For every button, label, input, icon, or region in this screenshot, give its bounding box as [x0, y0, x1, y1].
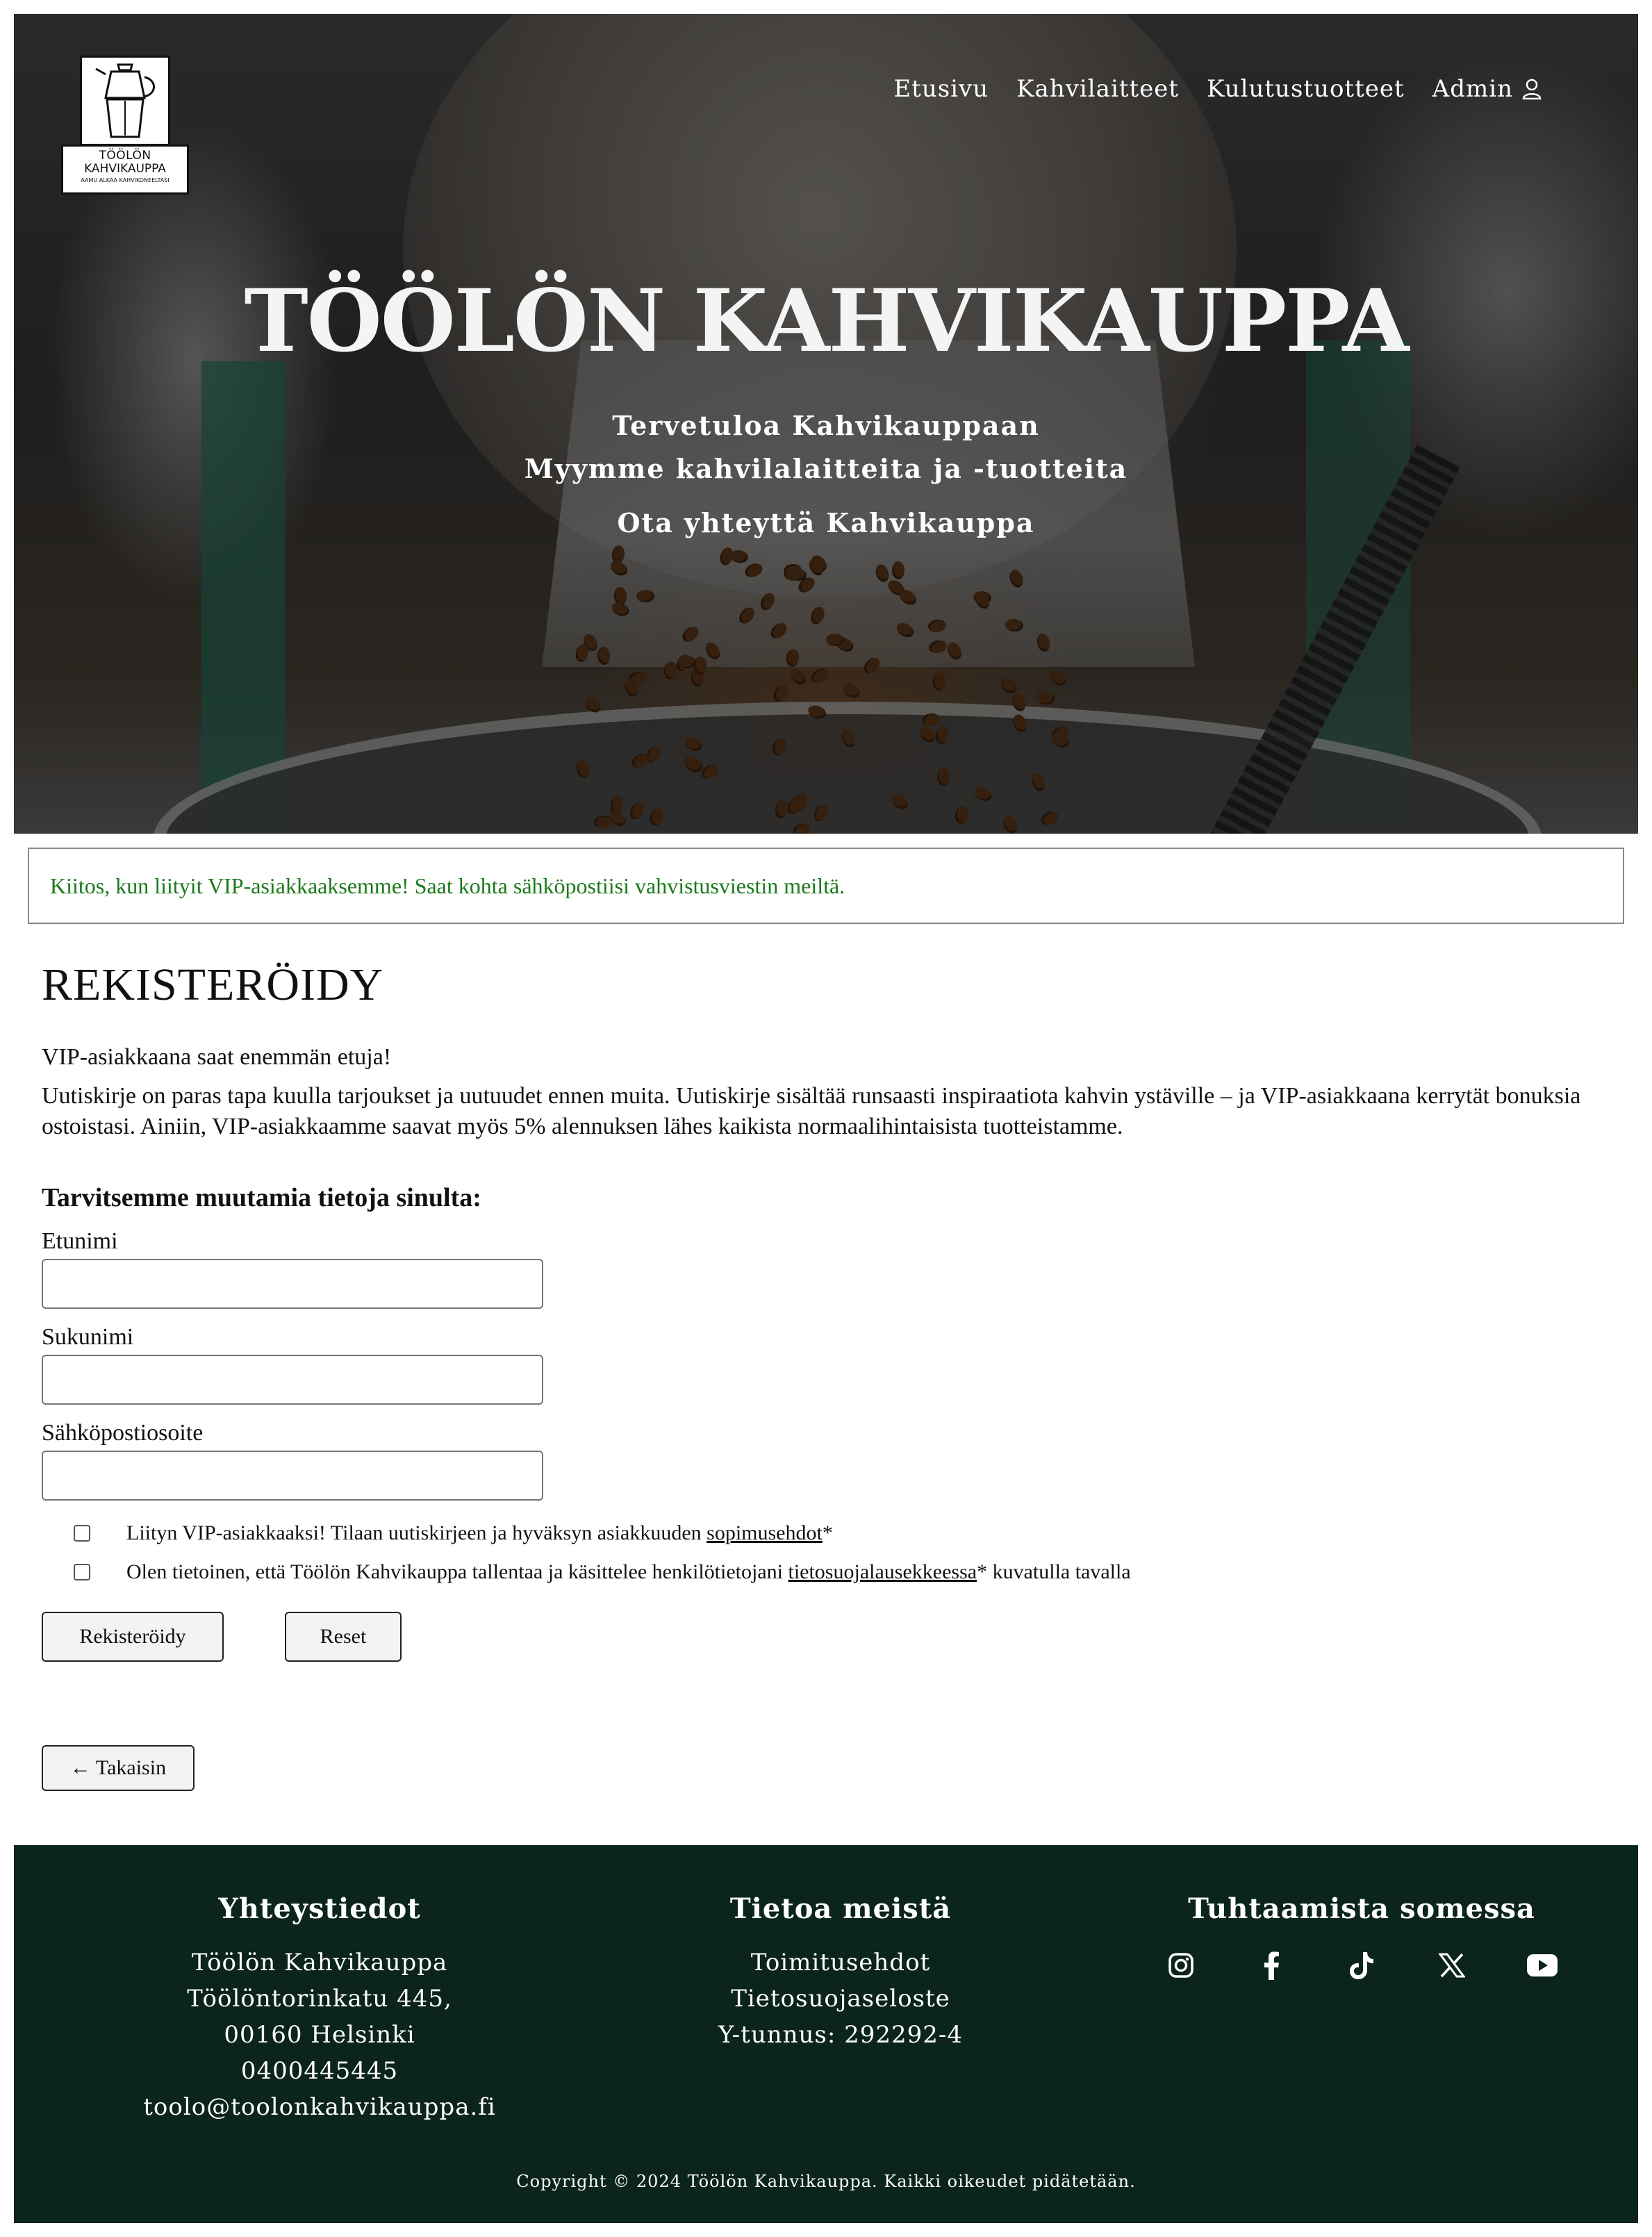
firstname-input[interactable] [42, 1259, 543, 1309]
page-title: REKISTERÖIDY [42, 959, 384, 1010]
footer-email[interactable]: toolo@toolonkahvikauppa.fi [76, 2089, 563, 2125]
copyright: Copyright © 2024 Töölön Kahvikauppa. Kai… [516, 2172, 1136, 2191]
logo-line1: TÖÖLÖN [99, 149, 151, 163]
nav-etusivu[interactable]: Etusivu [893, 75, 989, 103]
social-links [1118, 1945, 1605, 1986]
footer-social: Tuhtaamista somessa [1118, 1892, 1605, 1986]
footer-company-name: Töölön Kahvikauppa [191, 1949, 448, 1976]
hero-title: TÖÖLÖN KAHVIKAUPPA [244, 271, 1409, 372]
logo-tagline: AAMU ALKAA KAHVIKONEELTASI [81, 177, 170, 183]
hero-subtitle-1: Tervetuloa Kahvikauppaan [612, 410, 1040, 441]
site-footer: Yhteystiedot Töölön Kahvikauppa Töölönto… [14, 1845, 1638, 2223]
privacy-consent-suffix: * kuvatulla tavalla [977, 1560, 1131, 1583]
register-button[interactable]: Rekisteröidy [42, 1612, 224, 1662]
vip-consent-text: Liityn VIP-asiakkaaksi! Tilaan uutiskirj… [126, 1521, 707, 1544]
success-alert: Kiitos, kun liityit VIP-asiakkaaksemme! … [28, 848, 1624, 924]
logo-line2: KAHVIKAUPPA [84, 162, 166, 176]
form-actions: Rekisteröidy Reset [42, 1612, 1612, 1662]
hero-subtitle-2: Myymme kahvilalaitteita ja -tuotteita [524, 453, 1128, 484]
nav-admin-label: Admin [1432, 75, 1513, 103]
terms-link[interactable]: sopimusehdot [707, 1521, 823, 1545]
nav-admin[interactable]: Admin [1432, 75, 1542, 103]
intro-text-2: Uutiskirje on paras tapa kuulla tarjouks… [42, 1083, 1581, 1139]
footer-business-id: Y-tunnus: 292292-4 [718, 2021, 964, 2049]
lastname-label: Sukunimi [42, 1324, 134, 1350]
privacy-link[interactable]: tietosuojalausekkeessa [788, 1560, 977, 1584]
firstname-label: Etunimi [42, 1228, 118, 1254]
hero-banner: TÖÖLÖN KAHVIKAUPPA AAMU ALKAA KAHVIKONEE… [14, 14, 1638, 834]
site-logo[interactable]: TÖÖLÖN KAHVIKAUPPA AAMU ALKAA KAHVIKONEE… [61, 56, 189, 195]
nav-kulutustuotteet[interactable]: Kulutustuotteet [1207, 75, 1405, 103]
privacy-consent-text: Olen tietoinen, että Töölön Kahvikauppa … [126, 1560, 788, 1583]
intro-text-1: VIP-asiakkaana saat enemmän etuja! [42, 1044, 392, 1070]
privacy-consent-row: Olen tietoinen, että Töölön Kahvikauppa … [42, 1560, 1612, 1584]
vip-consent-required: * [822, 1521, 833, 1544]
tiktok-icon[interactable] [1316, 1945, 1407, 1986]
hero-contact-link[interactable]: Ota yhteyttä Kahvikauppa [14, 507, 1638, 538]
register-form: Etunimi Sukunimi Sähköpostiosoite Liityn… [42, 1228, 1612, 1662]
footer-terms-link[interactable]: Toimitusehdot [597, 1945, 1084, 1981]
footer-social-title: Tuhtaamista somessa [1188, 1892, 1535, 1925]
moka-pot-icon [80, 56, 170, 146]
reset-button[interactable]: Reset [285, 1612, 402, 1662]
privacy-consent-checkbox[interactable] [74, 1564, 90, 1580]
main-nav: Etusivu Kahvilaitteet Kulutustuotteet Ad… [893, 75, 1542, 103]
x-icon[interactable] [1407, 1945, 1497, 1986]
footer-about: Tietoa meistä Toimitusehdot Tietosuojase… [597, 1892, 1084, 2053]
footer-contact: Yhteystiedot Töölön Kahvikauppa Töölönto… [76, 1892, 563, 2125]
footer-contact-title: Yhteystiedot [218, 1892, 421, 1925]
register-section: REKISTERÖIDY VIP-asiakkaana saat enemmän… [42, 959, 1612, 1791]
nav-kahvilaitteet[interactable]: Kahvilaitteet [1016, 75, 1179, 103]
footer-privacy-link[interactable]: Tietosuojaseloste [597, 1981, 1084, 2017]
footer-phone[interactable]: 0400445445 [76, 2053, 563, 2089]
back-button[interactable]: ← Takaisin [42, 1745, 195, 1791]
vip-consent-checkbox[interactable] [74, 1525, 90, 1542]
user-icon [1522, 79, 1542, 100]
email-label: Sähköpostiosoite [42, 1420, 204, 1446]
email-input[interactable] [42, 1451, 543, 1501]
footer-city: 00160 Helsinki [224, 2021, 415, 2049]
form-heading: Tarvitsemme muutamia tietoja sinulta: [42, 1183, 481, 1212]
vip-consent-row: Liityn VIP-asiakkaaksi! Tilaan uutiskirj… [42, 1521, 1612, 1545]
logo-text: TÖÖLÖN KAHVIKAUPPA AAMU ALKAA KAHVIKONEE… [61, 145, 189, 195]
footer-about-title: Tietoa meistä [729, 1892, 952, 1925]
instagram-icon[interactable] [1136, 1945, 1226, 1986]
youtube-icon[interactable] [1497, 1945, 1587, 1986]
facebook-icon[interactable] [1226, 1945, 1316, 1986]
footer-street: Töölöntorinkatu 445, [187, 1985, 452, 2013]
lastname-input[interactable] [42, 1355, 543, 1405]
